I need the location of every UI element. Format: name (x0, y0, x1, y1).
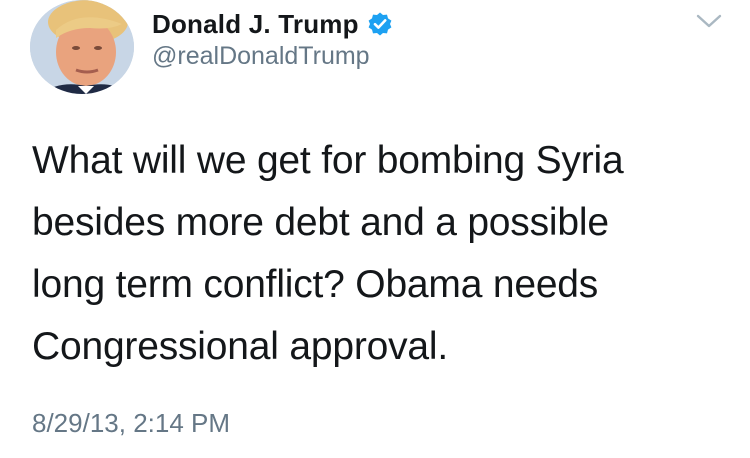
verified-badge-icon (367, 11, 393, 37)
tweet-text: What will we get for bombing Syria besid… (32, 130, 732, 378)
tweet-text-line: What will we get for bombing Syria (32, 139, 624, 182)
tweet-card: Donald J. Trump @realDonaldTrump What wi… (0, 0, 750, 458)
tweet-text-line: Congressional approval. (32, 325, 448, 368)
display-name-row: Donald J. Trump (152, 6, 393, 42)
chevron-down-icon[interactable] (694, 10, 724, 32)
avatar[interactable] (30, 0, 134, 94)
tweet-text-line: long term conflict? Obama needs (32, 263, 599, 306)
display-name[interactable]: Donald J. Trump (152, 9, 359, 40)
avatar-image (30, 0, 134, 94)
tweet-text-line: besides more debt and a possible (32, 201, 609, 244)
tweet-timestamp[interactable]: 8/29/13, 2:14 PM (32, 408, 230, 439)
user-handle[interactable]: @realDonaldTrump (152, 42, 370, 71)
